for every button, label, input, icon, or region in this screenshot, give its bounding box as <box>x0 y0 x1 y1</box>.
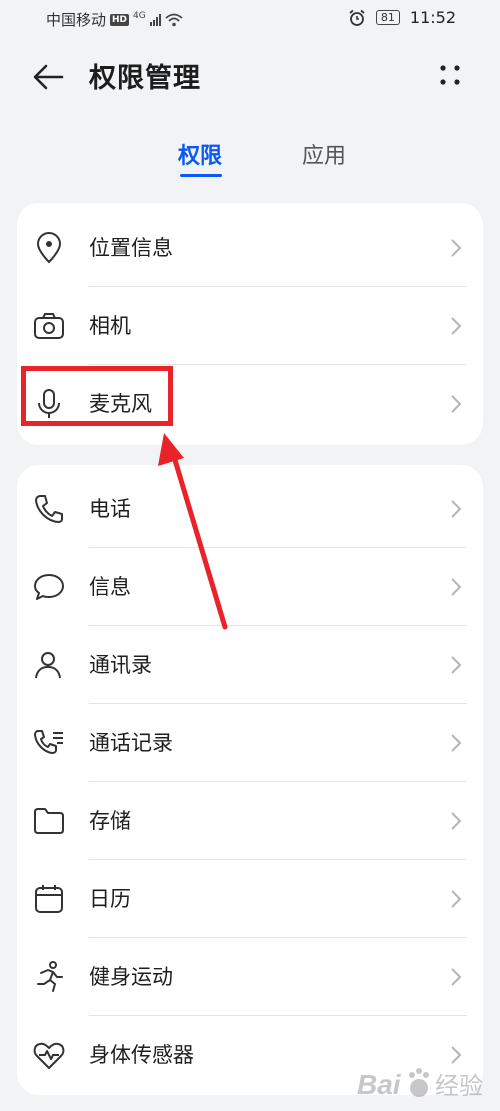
folder-icon <box>34 808 64 834</box>
chevron-right-icon <box>451 395 462 413</box>
chevron-right-icon <box>451 812 462 830</box>
calendar-icon <box>35 885 63 913</box>
chevron-right-icon <box>451 656 462 674</box>
network-type: 4G <box>133 10 146 21</box>
camera-icon <box>34 313 64 339</box>
permission-label: 通话记录 <box>89 731 173 755</box>
more-dots-icon <box>440 65 460 85</box>
chevron-right-icon <box>451 734 462 752</box>
arrow-left-icon <box>33 64 64 90</box>
highlight-box <box>21 366 173 426</box>
running-icon <box>37 961 63 992</box>
permission-label: 信息 <box>89 575 131 599</box>
tab-permissions[interactable]: 权限 <box>178 138 222 170</box>
chevron-right-icon <box>451 239 462 257</box>
phone-icon <box>35 495 63 523</box>
battery-indicator: 81 <box>375 10 400 25</box>
permission-item-camera[interactable]: 相机 <box>17 287 483 365</box>
status-bar: 中国移动 HD 4G 81 11:52 <box>0 0 500 38</box>
contacts-icon <box>35 652 61 679</box>
call-log-icon <box>34 730 63 754</box>
permission-group-2: 电话 信息 通讯录 通话记录 存储 日历 健身运动 身体传感器 <box>17 465 483 1095</box>
permission-item-fitness[interactable]: 健身运动 <box>17 938 483 1016</box>
chevron-right-icon <box>451 317 462 335</box>
permission-label: 身体传感器 <box>89 1043 194 1067</box>
permission-item-messages[interactable]: 信息 <box>17 548 483 626</box>
watermark: Bai 经验 <box>355 1058 495 1106</box>
chevron-right-icon <box>451 890 462 908</box>
active-tab-indicator <box>180 174 222 177</box>
permission-label: 日历 <box>89 887 131 911</box>
svg-text:经验: 经验 <box>435 1072 483 1100</box>
alarm-icon <box>349 9 365 26</box>
permission-label: 位置信息 <box>89 236 173 260</box>
location-pin-icon <box>36 232 62 264</box>
svg-text:Bai: Bai <box>357 1069 402 1100</box>
message-bubble-icon <box>34 574 64 600</box>
permission-label: 健身运动 <box>89 965 173 989</box>
heart-sensor-icon <box>33 1042 65 1069</box>
tab-apps[interactable]: 应用 <box>302 138 346 170</box>
permission-item-phone[interactable]: 电话 <box>17 470 483 548</box>
clock: 11:52 <box>409 8 456 27</box>
wifi-icon <box>165 13 183 26</box>
paw-logo-icon: Bai 经验 <box>357 1068 483 1100</box>
permission-item-calendar[interactable]: 日历 <box>17 860 483 938</box>
chevron-right-icon <box>451 578 462 596</box>
permission-item-call-log[interactable]: 通话记录 <box>17 704 483 782</box>
permission-item-contacts[interactable]: 通讯录 <box>17 626 483 704</box>
chevron-right-icon <box>451 500 462 518</box>
chevron-right-icon <box>451 968 462 986</box>
permission-item-location[interactable]: 位置信息 <box>17 209 483 287</box>
signal-icon <box>149 13 161 26</box>
status-left: 中国移动 HD 4G <box>46 9 183 30</box>
more-options-button[interactable] <box>428 58 472 96</box>
permission-label: 电话 <box>89 497 131 521</box>
page-title: 权限管理 <box>89 63 201 94</box>
permission-label: 相机 <box>89 314 131 338</box>
permission-label: 通讯录 <box>89 653 152 677</box>
back-button[interactable] <box>30 58 68 96</box>
carrier-name: 中国移动 <box>46 11 107 29</box>
hd-badge: HD <box>110 13 130 26</box>
permission-label: 存储 <box>89 809 131 833</box>
status-right: 81 11:52 <box>348 8 456 27</box>
permission-item-storage[interactable]: 存储 <box>17 782 483 860</box>
